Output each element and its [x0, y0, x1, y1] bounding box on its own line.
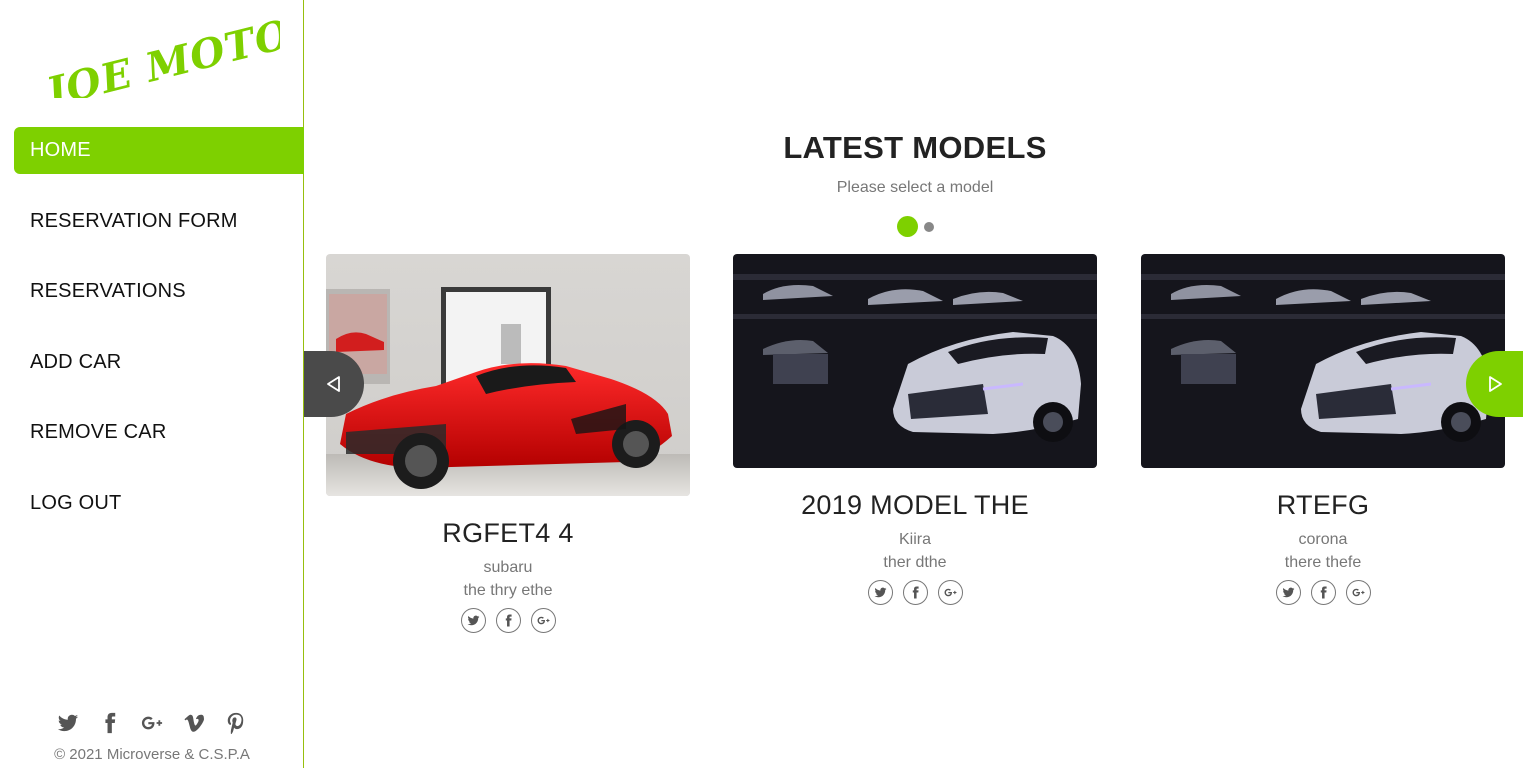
car-image[interactable] [326, 254, 690, 496]
copyright-text: © 2021 Microverse & C.S.P.A [54, 746, 250, 763]
twitter-icon[interactable] [867, 580, 893, 605]
car-social-links [733, 580, 1097, 605]
logo-wordmark: JOE MOTORS [35, 0, 358, 118]
car-name: 2019 MODEL THE [801, 490, 1029, 520]
car-brand: subaru [483, 559, 533, 576]
nav-item-reservations[interactable]: RESERVATIONS [14, 268, 304, 315]
triangle-right-icon [1488, 376, 1502, 392]
facebook-icon[interactable] [902, 580, 928, 605]
car-brand: Kiira [898, 531, 931, 548]
car-social-links [1141, 580, 1505, 605]
car-image[interactable] [1141, 254, 1505, 468]
car-social-links [326, 608, 690, 633]
car-description: the thry ethe [463, 582, 553, 599]
car-name: RTEFG [1276, 490, 1370, 520]
carousel-dot[interactable] [924, 221, 934, 232]
facebook-icon[interactable] [99, 710, 121, 736]
car-image[interactable] [733, 254, 1097, 468]
car-card[interactable]: RGFET4 4 subaru the thry ethe [326, 254, 690, 633]
nav-item-remove-car[interactable]: REMOVE CAR [14, 409, 304, 456]
car-card[interactable]: RTEFG corona there thefe [1141, 254, 1505, 605]
google-plus-icon[interactable] [937, 580, 963, 605]
car-description: ther dthe [883, 554, 947, 571]
twitter-icon[interactable] [57, 710, 79, 736]
nav-item-log-out[interactable]: LOG OUT [14, 480, 304, 527]
carousel-next-button[interactable] [1466, 351, 1523, 417]
brand-logo[interactable]: JOE MOTORS [30, 0, 358, 118]
main-content: LATEST MODELS Please select a model RGFE… [305, 0, 1523, 768]
car-brand: corona [1298, 531, 1348, 548]
page-subtitle: Please select a model [836, 179, 994, 196]
car-description: there thefe [1284, 554, 1362, 571]
svg-text:JOE MOTORS: JOE MOTORS [35, 18, 280, 98]
car-name: RGFET4 4 [442, 518, 574, 548]
sidebar-social-links [0, 710, 304, 736]
google-plus-icon[interactable] [530, 608, 556, 633]
carousel-dot-active[interactable] [897, 216, 918, 237]
nav-item-reservation-form[interactable]: RESERVATION FORM [14, 198, 304, 245]
twitter-icon[interactable] [1275, 580, 1301, 605]
page-title: LATEST MODELS [783, 130, 1047, 165]
triangle-left-icon [327, 376, 340, 392]
main-nav: HOME RESERVATION FORM RESERVATIONS ADD C… [0, 127, 304, 550]
nav-item-add-car[interactable]: ADD CAR [14, 339, 304, 386]
nav-item-home[interactable]: HOME [14, 127, 304, 174]
google-plus-icon[interactable] [141, 710, 163, 736]
pinterest-icon[interactable] [225, 710, 247, 736]
facebook-icon[interactable] [1310, 580, 1336, 605]
vimeo-icon[interactable] [183, 710, 205, 736]
car-card[interactable]: 2019 MODEL THE Kiira ther dthe [733, 254, 1097, 605]
facebook-icon[interactable] [495, 608, 521, 633]
carousel-indicators [897, 216, 934, 237]
twitter-icon[interactable] [460, 608, 486, 633]
google-plus-icon[interactable] [1345, 580, 1371, 605]
sidebar: JOE MOTORS HOME RESERVATION FORM RESERVA… [0, 0, 358, 768]
